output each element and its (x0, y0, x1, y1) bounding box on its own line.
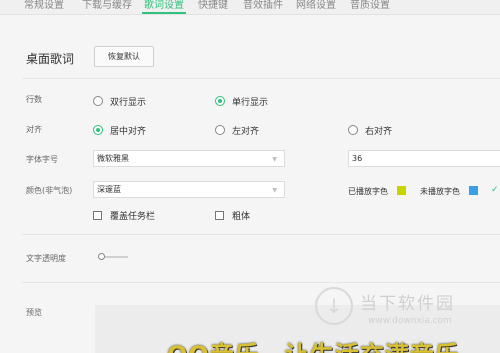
unplayed-color-label: 未播放字色 (420, 187, 460, 196)
font-family-value: 微软雅黑 (97, 154, 129, 163)
radio-button-icon (348, 125, 358, 135)
align-label: 对齐 (26, 125, 42, 134)
checkbox-cover-taskbar[interactable]: 覆盖任务栏 (93, 209, 155, 222)
radio-align-center[interactable]: 居中对齐 (93, 124, 147, 137)
radio-single-line[interactable]: 单行显示 (215, 95, 269, 108)
font-size-select[interactable]: 36 (348, 150, 500, 167)
radio-label: 右对齐 (365, 126, 393, 137)
tab-audio-quality[interactable]: 音质设置 (350, 0, 390, 11)
radio-label: 双行显示 (110, 97, 147, 108)
checkbox-bold[interactable]: 粗体 (215, 209, 250, 222)
radio-label: 单行显示 (232, 97, 269, 108)
opacity-slider-thumb[interactable] (98, 253, 105, 260)
radio-button-icon (215, 125, 225, 135)
active-tab-indicator (142, 12, 186, 14)
checkmark-icon: ✓ (491, 185, 499, 195)
radio-button-icon (93, 96, 103, 106)
tab-network[interactable]: 网络设置 (296, 0, 336, 11)
checkbox-icon (93, 211, 102, 220)
watermark-url: www.downxia.com (368, 316, 452, 326)
watermark-logo-icon: ↓ (315, 287, 353, 325)
color-scheme-value: 深邃蓝 (97, 185, 121, 194)
radio-button-checked-icon (93, 125, 103, 135)
chevron-down-icon: ▼ (272, 187, 277, 194)
radio-align-right[interactable]: 右对齐 (348, 124, 393, 137)
radio-label: 居中对齐 (110, 126, 147, 137)
divider (22, 234, 500, 235)
radio-align-left[interactable]: 左对齐 (215, 124, 260, 137)
tab-general[interactable]: 常规设置 (24, 0, 64, 11)
checkbox-icon (215, 211, 224, 220)
watermark-title: 当下软件园 (360, 294, 455, 314)
tab-shortcuts[interactable]: 快捷键 (198, 0, 228, 11)
color-label: 颜色(非气泡) (26, 186, 73, 195)
tab-download-cache[interactable]: 下载与缓存 (82, 0, 132, 11)
checkbox-label: 覆盖任务栏 (110, 212, 156, 222)
played-color-swatch[interactable] (397, 186, 406, 195)
reset-default-button[interactable]: 恢复默认 (94, 46, 154, 67)
font-family-select[interactable]: 微软雅黑 ▼ (93, 150, 285, 167)
unplayed-color-swatch[interactable] (469, 186, 478, 195)
divider (22, 78, 500, 79)
font-label: 字体字号 (26, 155, 58, 164)
section-title: 桌面歌词 (26, 52, 75, 66)
played-color-label: 已播放字色 (348, 187, 388, 196)
color-scheme-select[interactable]: 深邃蓝 ▼ (93, 181, 285, 198)
font-size-value: 36 (352, 154, 363, 163)
chevron-down-icon: ▼ (272, 156, 277, 163)
settings-tab-bar: 常规设置 下载与缓存 歌词设置 快捷键 音效插件 网络设置 音质设置 (0, 0, 500, 15)
radio-button-checked-icon (215, 96, 225, 106)
checkbox-label: 粗体 (232, 212, 251, 222)
radio-double-line[interactable]: 双行显示 (93, 95, 147, 108)
tab-lyrics[interactable]: 歌词设置 (144, 0, 184, 11)
radio-label: 左对齐 (232, 126, 260, 137)
lines-label: 行数 (26, 95, 42, 104)
preview-label: 预览 (26, 308, 42, 317)
opacity-label: 文字透明度 (26, 254, 66, 263)
lyrics-preview-text: QQ音乐，让生活充满音乐 (167, 335, 460, 353)
divider (22, 282, 500, 283)
tab-sound-plugins[interactable]: 音效插件 (243, 0, 283, 11)
